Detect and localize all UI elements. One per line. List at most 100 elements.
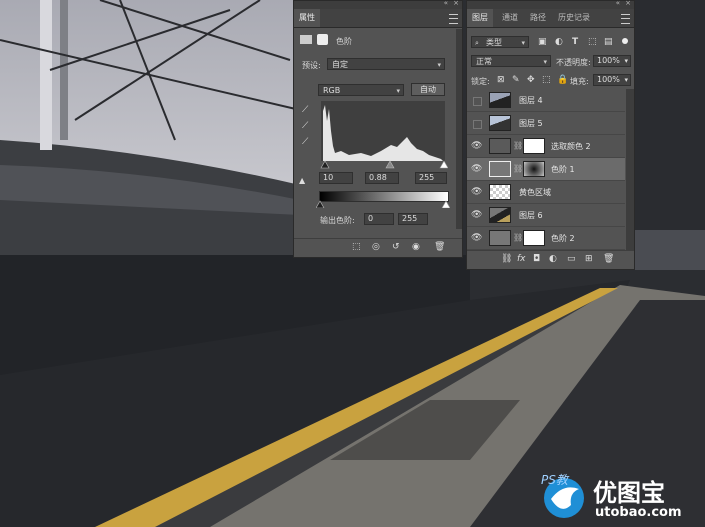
eye-icon[interactable]: 👁 [471, 141, 482, 151]
layer-name: 图层 4 [519, 96, 543, 105]
layer-thumbnail [489, 115, 511, 131]
input-gamma-field[interactable]: 0.88 [365, 172, 399, 184]
eye-icon[interactable]: 👁 [471, 164, 482, 174]
layer-name: 图层 6 [519, 211, 543, 220]
trash-icon[interactable]: 🗑 [434, 242, 445, 252]
levels-histogram-icon [489, 230, 511, 246]
chain-link-icon[interactable]: ⛓ [513, 233, 523, 242]
add-mask-icon[interactable]: ◘ [533, 254, 540, 264]
tab-properties[interactable]: 属性 [294, 9, 320, 27]
blend-mode-dropdown[interactable]: 正常 ▾ [471, 55, 551, 67]
lock-pixels-icon[interactable]: ✎ [512, 75, 520, 85]
new-layer-icon[interactable]: ⊞ [585, 254, 593, 264]
channel-dropdown[interactable]: RGB ▾ [318, 84, 404, 96]
fill-label: 填充: [570, 77, 589, 86]
layer-row[interactable]: 👁 图层 6 [467, 204, 625, 227]
tab-layers[interactable]: 图层 [467, 9, 493, 27]
properties-panel: « × 属性 色阶 预设: 自定 ▾ ⟋ ⟋ ⟋ ▲ RGB ▾ 自动 10 0… [293, 0, 463, 258]
input-white-field[interactable]: 255 [415, 172, 447, 184]
close-icon[interactable]: × [453, 0, 459, 7]
filter-adjustment-icon[interactable]: ◐ [555, 37, 563, 47]
input-black-field[interactable]: 10 [319, 172, 353, 184]
new-group-icon[interactable]: ▭ [567, 254, 576, 264]
filter-shape-icon[interactable]: ⬚ [588, 37, 597, 47]
layer-row[interactable]: 图层 5 [467, 112, 625, 135]
layer-thumbnail [489, 207, 511, 223]
layer-style-icon[interactable]: fx [517, 254, 526, 264]
ps-text: PS教 [541, 473, 568, 487]
output-levels-slider[interactable] [316, 200, 450, 208]
chain-link-icon[interactable]: ⛓ [513, 141, 523, 150]
blend-mode-value: 正常 [476, 57, 492, 66]
mask-icon[interactable] [317, 34, 328, 45]
adjustment-layer-icon[interactable]: ◐ [549, 254, 557, 264]
filter-smart-icon[interactable]: ▤ [604, 37, 613, 47]
layer-mask-thumbnail[interactable] [523, 138, 545, 154]
search-icon: ⌕ [475, 39, 479, 47]
chevron-down-icon: ▾ [521, 39, 525, 47]
clipping-warning-icon[interactable]: ▲ [299, 176, 305, 186]
properties-scrollbar[interactable] [456, 29, 462, 229]
panel-menu-icon[interactable] [621, 14, 630, 24]
layer-row[interactable]: 👁 黄色区域 [467, 181, 625, 204]
lock-label: 锁定: [471, 77, 490, 86]
panel-menu-icon[interactable] [449, 14, 458, 24]
lock-transparency-icon[interactable]: ⊠ [497, 75, 505, 85]
filter-type-icon[interactable]: T [572, 37, 578, 47]
lock-artboard-icon[interactable]: ⬚ [542, 75, 551, 85]
layer-row[interactable]: 图层 4 [467, 89, 625, 112]
filter-pixel-icon[interactable]: ▣ [538, 37, 547, 47]
eyedropper-icon[interactable]: ⟋ [302, 121, 308, 131]
levels-histogram-icon [300, 35, 312, 44]
layer-name: 色阶 1 [551, 165, 575, 174]
layer-row-selected[interactable]: 👁 ⛓ 色阶 1 [467, 158, 625, 181]
layers-footer: ⛓ fx ◘ ◐ ▭ ⊞ 🗑 [467, 250, 634, 269]
watermark: PS教 优图宝 utobao.com [541, 471, 701, 523]
layer-row[interactable]: 👁 ⛓ 色阶 2 [467, 227, 625, 250]
visibility-toggle[interactable] [473, 120, 482, 129]
collapse-icon[interactable]: « [616, 0, 620, 7]
layer-filter-dropdown[interactable]: ⌕ 类型 ▾ [471, 36, 529, 48]
adjustment-name: 色阶 [336, 37, 352, 46]
layer-row[interactable]: 👁 ⛓ 选取颜色 2 [467, 135, 625, 158]
auto-button[interactable]: 自动 [411, 83, 445, 96]
view-previous-icon[interactable]: ◎ [372, 242, 380, 252]
trash-icon[interactable]: 🗑 [603, 254, 614, 264]
tab-paths[interactable]: 路径 [525, 9, 551, 27]
channel-value: RGB [323, 86, 341, 95]
eyedropper-icon[interactable]: ⟋ [302, 105, 308, 115]
lock-position-icon[interactable]: ✥ [527, 75, 535, 85]
preset-dropdown[interactable]: 自定 ▾ [327, 58, 445, 70]
fill-field[interactable]: 100% ▾ [593, 74, 631, 86]
filter-toggle-icon[interactable] [622, 38, 628, 44]
lock-all-icon[interactable]: 🔒 [557, 75, 568, 85]
collapse-icon[interactable]: « [444, 0, 448, 7]
tab-history[interactable]: 历史记录 [553, 9, 595, 27]
layers-scrollbar[interactable] [626, 89, 634, 251]
output-white-field[interactable]: 255 [398, 213, 428, 225]
chain-link-icon[interactable]: ⛓ [513, 164, 523, 173]
clip-to-layer-icon[interactable]: ⬚ [352, 242, 361, 252]
preset-value: 自定 [332, 60, 348, 69]
selective-color-icon [489, 138, 511, 154]
link-layers-icon[interactable]: ⛓ [501, 254, 512, 264]
opacity-label: 不透明度: [556, 58, 591, 67]
visibility-icon[interactable]: ◉ [412, 242, 420, 252]
filter-value: 类型 [486, 38, 502, 47]
close-icon[interactable]: × [625, 0, 631, 7]
reset-icon[interactable]: ↺ [392, 242, 400, 252]
eye-icon[interactable]: 👁 [471, 210, 482, 220]
input-levels-slider[interactable] [318, 160, 448, 169]
eyedropper-icon[interactable]: ⟋ [302, 137, 308, 147]
tab-channels[interactable]: 通道 [497, 9, 523, 27]
output-black-field[interactable]: 0 [364, 213, 394, 225]
opacity-field[interactable]: 100% ▾ [593, 55, 631, 67]
visibility-toggle[interactable] [473, 97, 482, 106]
eye-icon[interactable]: 👁 [471, 187, 482, 197]
output-levels-label: 输出色阶: [320, 216, 355, 225]
chevron-down-icon: ▾ [543, 58, 547, 66]
layer-mask-thumbnail[interactable] [523, 230, 545, 246]
opacity-value: 100% [597, 56, 620, 65]
layer-mask-thumbnail[interactable] [523, 161, 545, 177]
eye-icon[interactable]: 👁 [471, 233, 482, 243]
